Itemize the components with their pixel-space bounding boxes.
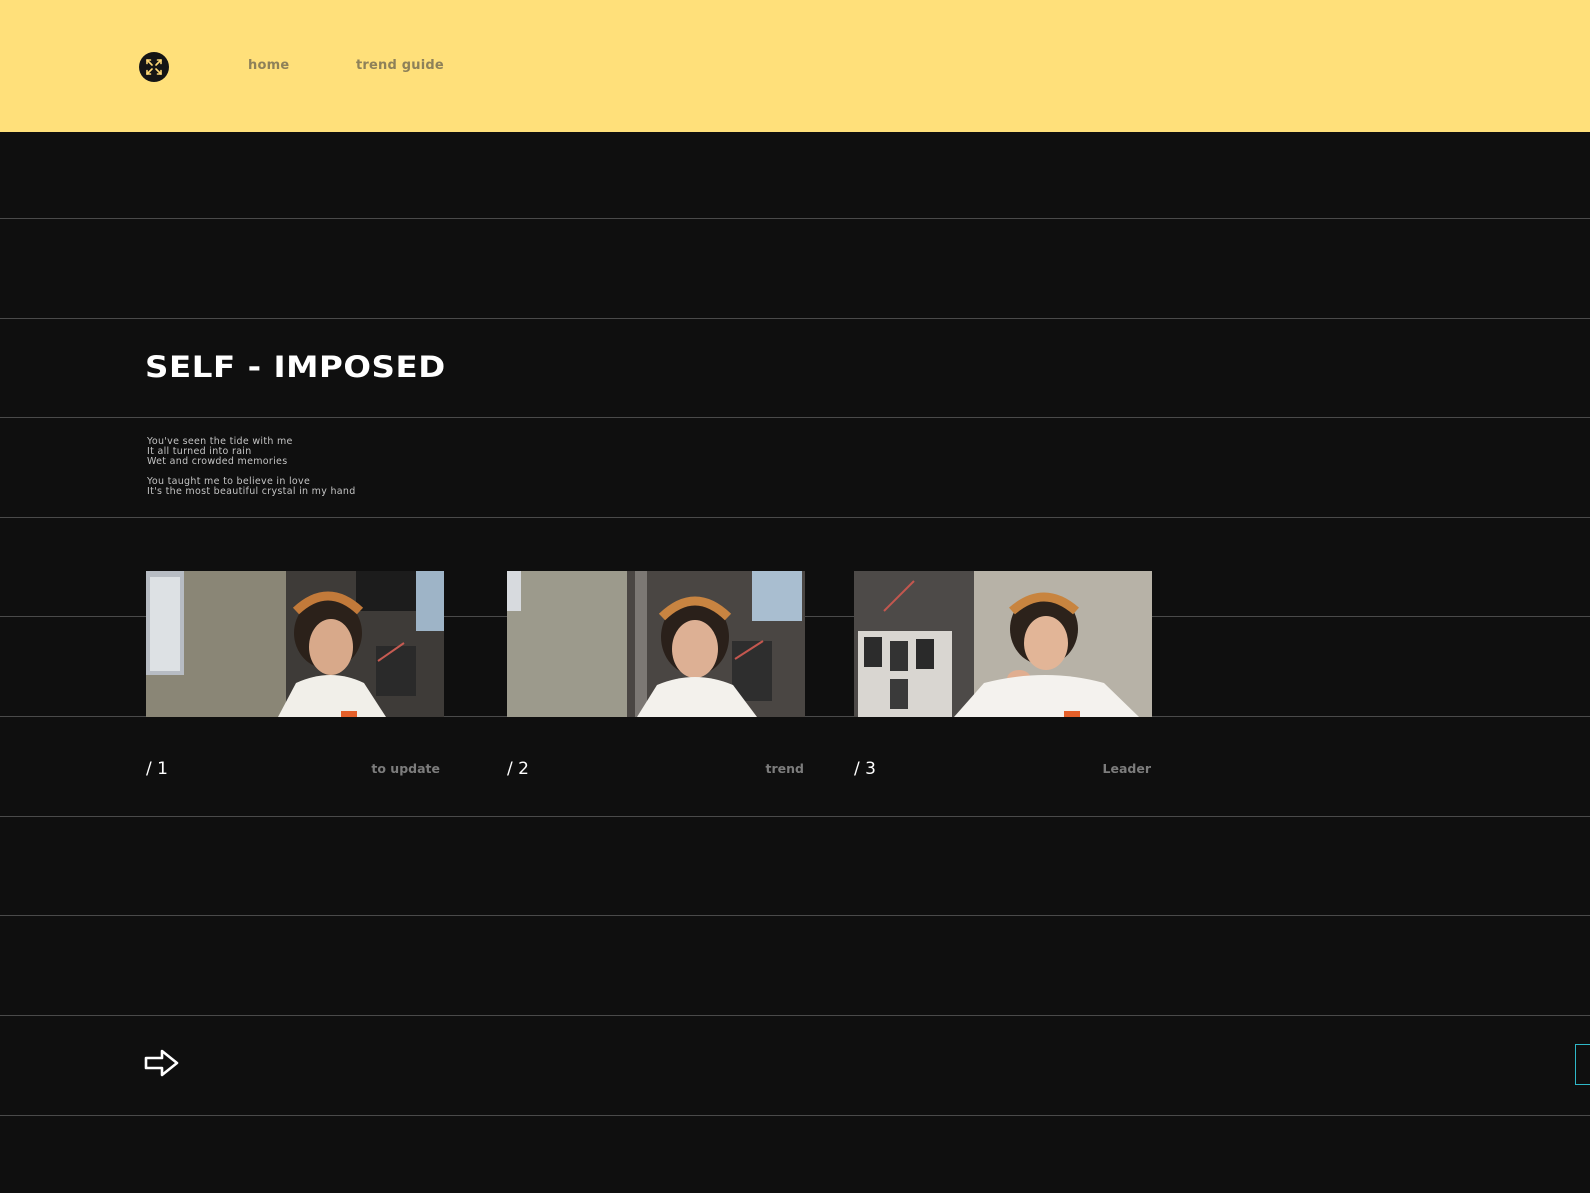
expand-arrows-icon — [146, 59, 162, 75]
next-button[interactable] — [144, 1048, 182, 1078]
top-header: home trend guide — [0, 0, 1590, 132]
grid-line — [0, 1015, 1590, 1016]
grid-line — [0, 417, 1590, 418]
lyric-line: It's the most beautiful crystal in my ha… — [147, 486, 356, 497]
card-label[interactable]: trend — [694, 761, 804, 776]
lyric-line: Wet and crowded memories — [147, 456, 288, 467]
grid-line — [0, 1115, 1590, 1116]
logo[interactable] — [139, 52, 169, 82]
nav-home-link[interactable]: home — [248, 58, 289, 73]
grid-line — [0, 218, 1590, 219]
card-number: / 1 — [146, 759, 168, 779]
card-label[interactable]: Leader — [1041, 761, 1151, 776]
card-image-1[interactable] — [146, 571, 444, 717]
portrait-photo — [507, 571, 805, 717]
card-label[interactable]: to update — [330, 761, 440, 776]
portrait-photo — [146, 571, 444, 717]
grid-line — [0, 816, 1590, 817]
card-image-2[interactable] — [507, 571, 805, 717]
portrait-photo — [854, 571, 1152, 717]
arrow-right-icon — [144, 1049, 179, 1077]
grid-line — [0, 915, 1590, 916]
side-panel-tab[interactable] — [1575, 1044, 1590, 1085]
grid-line — [0, 517, 1590, 518]
page: home trend guide SELF - IMPOSED You've s… — [0, 0, 1590, 1193]
nav-trend-guide-link[interactable]: trend guide — [356, 58, 444, 73]
card-number: / 3 — [854, 759, 876, 779]
grid-line — [0, 318, 1590, 319]
card-image-3[interactable] — [854, 571, 1152, 717]
lyrics-block: You've seen the tide with me It all turn… — [147, 437, 547, 497]
page-title: SELF - IMPOSED — [145, 350, 446, 384]
card-number: / 2 — [507, 759, 529, 779]
